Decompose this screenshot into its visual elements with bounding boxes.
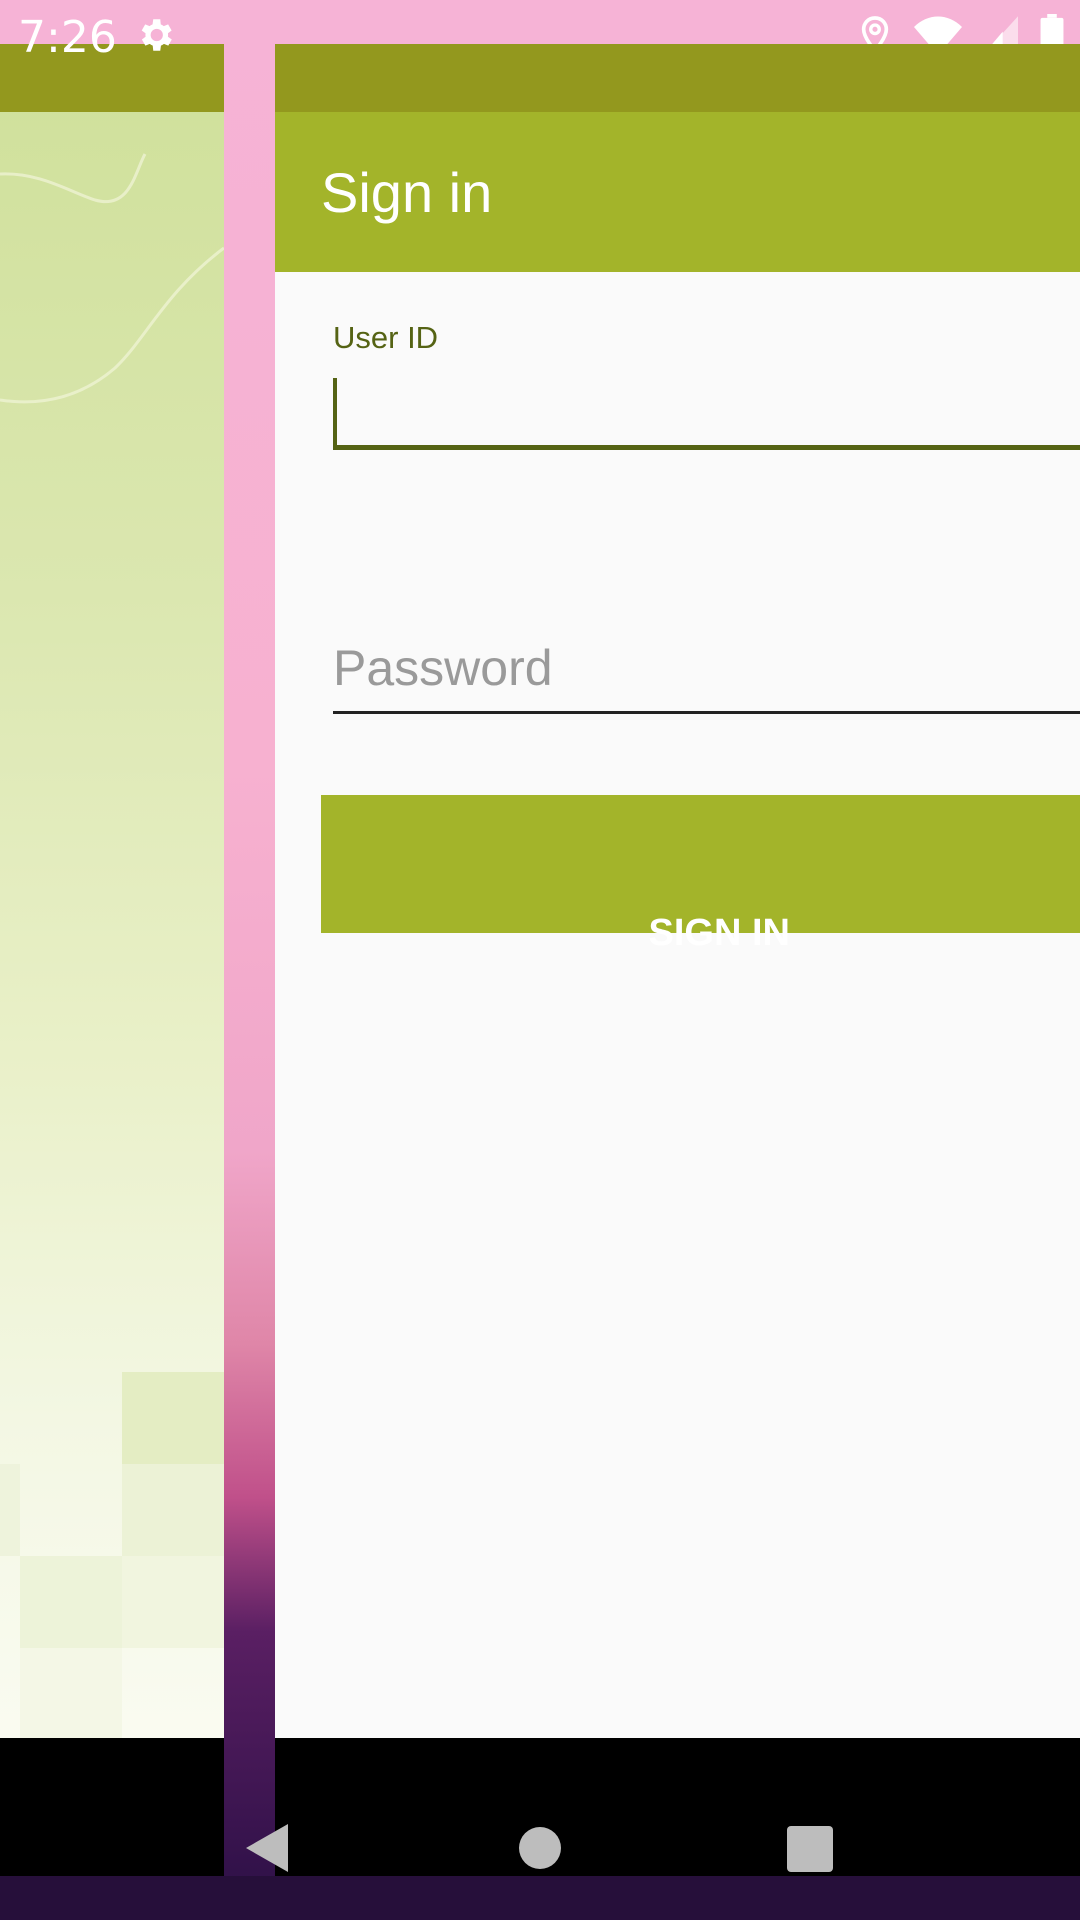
user-id-field[interactable] bbox=[333, 354, 1080, 450]
decor-block bbox=[122, 1372, 224, 1464]
decorative-curves bbox=[0, 153, 224, 404]
sign-in-button-label: SIGN IN bbox=[648, 912, 790, 954]
app-toolbar: Sign in bbox=[275, 112, 1080, 272]
nav-strip bbox=[0, 1876, 1080, 1920]
decor-block bbox=[122, 1464, 224, 1556]
page-title: Sign in bbox=[321, 161, 493, 224]
app-nav-area bbox=[275, 1738, 1080, 1876]
sign-in-app-card: Sign in User ID SIGN IN bbox=[275, 44, 1080, 1876]
sign-in-button[interactable]: SIGN IN bbox=[321, 795, 1080, 954]
decor-block bbox=[122, 1556, 224, 1648]
decor-block bbox=[0, 1464, 20, 1556]
password-field[interactable] bbox=[333, 624, 1080, 714]
user-id-label: User ID bbox=[333, 320, 439, 355]
recents-icon[interactable] bbox=[787, 1826, 833, 1872]
app-status-band bbox=[275, 44, 1080, 112]
decor-block bbox=[20, 1648, 122, 1738]
text-cursor bbox=[333, 378, 337, 448]
home-icon[interactable] bbox=[519, 1827, 561, 1869]
decor-block bbox=[20, 1556, 122, 1648]
gear-icon bbox=[141, 19, 172, 51]
back-icon[interactable] bbox=[244, 1822, 290, 1874]
status-time: 7:26 bbox=[18, 12, 117, 63]
recent-app-nav-area bbox=[0, 1738, 224, 1876]
recent-app-card[interactable] bbox=[0, 44, 224, 1876]
